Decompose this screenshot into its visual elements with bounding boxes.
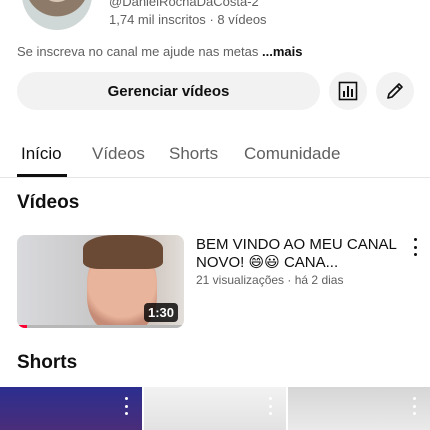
video-title[interactable]: BEM VINDO AO MEU CANAL NOVO! 😄😃 CANA... bbox=[196, 236, 401, 272]
tab-videos[interactable]: Vídeos bbox=[92, 144, 145, 164]
short-more-options-icon[interactable] bbox=[262, 397, 278, 415]
videos-section-title: Vídeos bbox=[17, 192, 80, 213]
video-duration: 1:30 bbox=[143, 303, 178, 322]
video-meta-separator: · bbox=[287, 273, 292, 287]
short-more-options-icon[interactable] bbox=[406, 397, 422, 415]
pencil-icon bbox=[387, 83, 403, 99]
video-age: há 2 dias bbox=[294, 273, 344, 287]
video-views: 21 visualizações bbox=[196, 273, 285, 287]
video-meta: 21 visualizações · há 2 dias bbox=[196, 273, 343, 287]
watch-progress-fill bbox=[17, 325, 28, 328]
short-thumbnail[interactable] bbox=[0, 387, 142, 430]
video-count: 8 vídeos bbox=[217, 12, 267, 27]
channel-description[interactable]: Se inscreva no canal me ajude nas metas … bbox=[17, 44, 302, 59]
short-thumbnail[interactable] bbox=[288, 387, 430, 430]
channel-stats: 1,74 mil inscritos · 8 vídeos bbox=[109, 12, 267, 27]
tab-inicio[interactable]: Início bbox=[21, 144, 62, 164]
more-link[interactable]: ...mais bbox=[262, 44, 302, 59]
meta-separator: · bbox=[209, 12, 214, 27]
description-text: Se inscreva no canal me ajude nas metas bbox=[17, 44, 259, 59]
video-more-options-icon[interactable] bbox=[407, 238, 423, 256]
thumbnail-hair bbox=[83, 235, 163, 269]
short-thumbnail[interactable] bbox=[144, 387, 286, 430]
tab-shorts[interactable]: Shorts bbox=[169, 144, 218, 164]
analytics-button[interactable] bbox=[329, 72, 367, 110]
channel-tabs: Início Vídeos Shorts Comunidade bbox=[0, 134, 430, 178]
active-tab-indicator bbox=[17, 174, 67, 177]
short-more-options-icon[interactable] bbox=[118, 397, 134, 415]
channel-avatar[interactable] bbox=[22, 0, 92, 30]
video-thumbnail[interactable]: 1:30 bbox=[17, 235, 184, 328]
edit-channel-button[interactable] bbox=[376, 72, 414, 110]
watch-progress-bar bbox=[17, 325, 184, 328]
manage-videos-button[interactable]: Gerenciar vídeos bbox=[17, 72, 320, 110]
channel-handle: @DanielRochaDaCosta-2 bbox=[109, 0, 259, 9]
tab-comunidade[interactable]: Comunidade bbox=[244, 144, 340, 164]
analytics-icon bbox=[338, 81, 358, 101]
subscriber-count: 1,74 mil inscritos bbox=[109, 12, 206, 27]
shorts-section-title: Shorts bbox=[17, 352, 78, 373]
